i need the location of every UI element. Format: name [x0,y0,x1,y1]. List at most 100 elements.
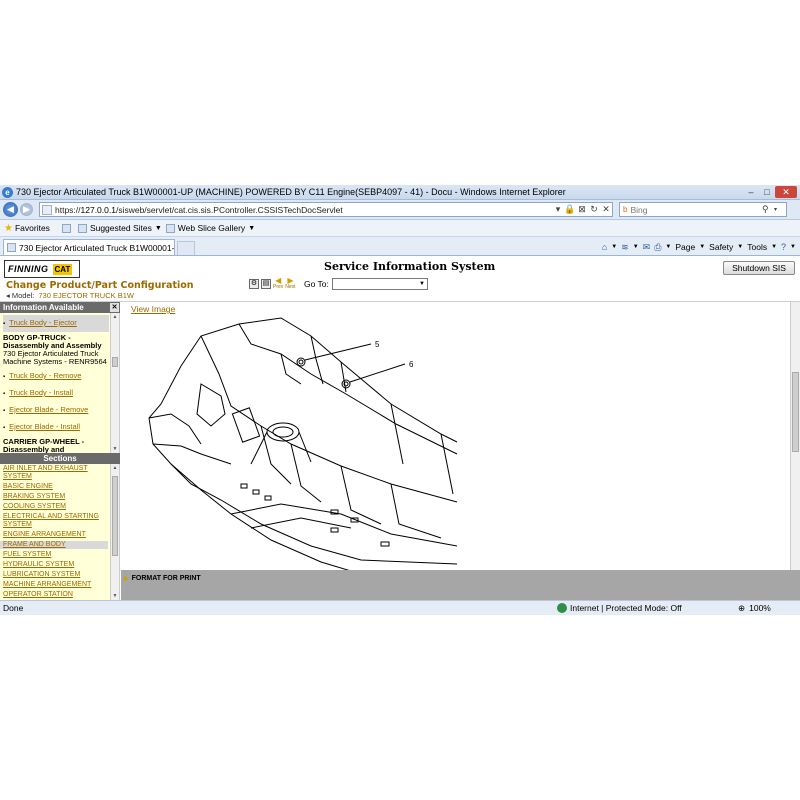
close-icon[interactable]: ✕ [110,303,119,312]
web-slice-gallery-link[interactable]: Web Slice Gallery [178,223,245,233]
feeds-icon[interactable]: ≋ [621,242,629,253]
mail-icon[interactable]: ✉ [643,242,651,253]
chevron-down-icon[interactable]: ▼ [665,244,671,250]
chevron-down-icon[interactable]: ▼ [790,244,796,250]
document-content: View Image 5 6 [121,302,790,570]
info-scrollbar[interactable]: ▲ ▼ [110,313,119,453]
logo-text: FINNING [8,264,49,274]
home-icon[interactable]: ⌂ [602,242,607,252]
model-label: Model: [11,291,35,300]
status-bar: Done Internet | Protected Mode: Off ⊕ 10… [0,600,800,615]
settings-icon[interactable]: ⚙ [249,279,259,289]
sections-scrollbar[interactable]: ▲ ▼ [110,464,119,600]
maximize-button[interactable]: □ [759,186,775,198]
info-panel: Truck Body - EjectorBODY GP-TRUCK - Disa… [0,313,120,453]
chevron-down-icon[interactable]: ▼ [248,225,255,232]
tab-page-icon [7,243,16,252]
zoom-icon[interactable]: ⊕ [738,603,745,614]
callout-6: 6 [409,360,414,369]
search-icon[interactable]: ⚲ [762,204,774,215]
info-link[interactable]: Ejector Blade - Install [3,419,109,436]
prev-button[interactable]: ◀ Prev [273,277,283,291]
page-icon [42,204,52,215]
help-icon[interactable]: ? [781,242,786,252]
scroll-up-icon[interactable]: ▲ [111,313,119,321]
section-link[interactable]: HYDRAULIC SYSTEM [0,561,108,569]
info-link[interactable]: Ejector Blade - Remove [3,402,109,419]
shutdown-sis-button[interactable]: Shutdown SIS [723,261,795,275]
ie-logo-icon: e [2,186,13,198]
sections-panel: AIR INLET AND EXHAUST SYSTEM BASIC ENGINE… [0,464,120,600]
section-link[interactable]: LUBRICATION SYSTEM [0,571,108,579]
safety-menu[interactable]: Safety [709,242,733,252]
security-zone[interactable]: Internet | Protected Mode: Off [570,603,738,613]
search-box[interactable]: b Bing ⚲ ▾ [619,202,787,217]
view-image-link[interactable]: View Image [131,304,175,314]
tools-menu[interactable]: Tools [747,242,767,252]
certificate-icon[interactable]: ⊠ [576,204,588,215]
info-link[interactable]: Truck Body - Ejector [3,315,109,332]
new-tab-button[interactable] [177,241,195,255]
search-dropdown-icon[interactable]: ▾ [774,206,786,213]
next-button[interactable]: ▶ Next [285,277,295,291]
scroll-thumb[interactable] [112,357,118,367]
truck-frame-illustration: 5 6 [148,317,458,570]
favorites-button[interactable]: Favorites [15,223,50,233]
close-window-button[interactable]: ✕ [775,186,797,198]
url-field[interactable]: https://127.0.0.1/sisweb/servlet/cat.cis… [39,202,613,217]
scroll-up-icon[interactable]: ▲ [111,464,119,472]
section-link[interactable]: COOLING SYSTEM [0,503,108,511]
info-panel-title: Information Available [3,303,84,312]
chevron-down-icon[interactable]: ▼ [633,244,639,250]
stop-icon[interactable]: ✕ [600,204,612,215]
scroll-down-icon[interactable]: ▼ [111,592,119,600]
info-link[interactable]: Truck Body - Install [3,385,109,402]
section-link[interactable]: BASIC ENGINE [0,483,108,491]
section-link[interactable]: AIR INLET AND EXHAUST SYSTEM [0,465,108,481]
scroll-thumb[interactable] [112,476,118,556]
section-link[interactable]: MACHINE ARRANGEMENT [0,581,108,589]
section-link[interactable]: ENGINE ARRANGEMENT [0,531,108,539]
url-text[interactable]: https://127.0.0.1/sisweb/servlet/cat.cis… [55,205,552,215]
back-button[interactable]: ◀ [3,202,18,217]
chevron-down-icon[interactable]: ▼ [155,225,162,232]
content-scrollbar[interactable] [790,302,800,570]
info-link[interactable]: Truck Body - Remove [3,368,109,385]
zoom-level[interactable]: 100% [749,603,771,613]
chevron-down-icon[interactable]: ▼ [771,244,777,250]
refresh-icon[interactable]: ↻ [588,204,600,215]
back-arrow-icon[interactable]: ◂ [6,291,10,300]
chevron-down-icon[interactable]: ▼ [737,244,743,250]
suggested-sites-link[interactable]: Suggested Sites [90,223,152,233]
section-link[interactable]: BRAKING SYSTEM [0,493,108,501]
sections-header: Sections [0,453,120,464]
change-configuration-link[interactable]: Change Product/Part Configuration [6,280,194,291]
finning-cat-logo: FINNING CAT [4,260,80,278]
internet-zone-icon [557,603,567,613]
scroll-thumb[interactable] [792,372,799,452]
title-bar: e 730 Ejector Articulated Truck B1W00001… [0,185,800,200]
chevron-down-icon[interactable]: ▼ [611,244,617,250]
tab-active[interactable]: 730 Ejector Articulated Truck B1W00001-U… [3,239,175,255]
document-icon[interactable]: ▤ [261,279,271,289]
forward-button[interactable]: ▶ [20,203,33,216]
print-icon[interactable]: ⎙ [654,242,661,253]
address-bar: ◀ ▶ https://127.0.0.1/sisweb/servlet/cat… [0,200,800,220]
window-title: 730 Ejector Articulated Truck B1W00001-U… [16,187,566,197]
section-link[interactable]: FUEL SYSTEM [0,551,108,559]
chevron-down-icon[interactable]: ▼ [419,279,425,290]
favorites-star-icon[interactable]: ★ [4,223,13,234]
section-link[interactable]: ELECTRICAL AND STARTING SYSTEM [0,513,108,529]
section-link[interactable]: FRAME AND BODY [0,541,108,549]
page-menu[interactable]: Page [675,242,695,252]
add-favorite-icon[interactable] [61,223,71,233]
left-panel: Information Available ✕ Truck Body - Eje… [0,302,120,600]
goto-select[interactable]: ▼ [331,278,428,290]
dropdown-arrow-icon[interactable]: ▾ [552,204,564,215]
minimize-button[interactable]: – [743,186,759,198]
lock-icon[interactable]: 🔒 [564,204,576,215]
format-for-print-link[interactable]: FORMAT FOR PRINT [124,575,201,582]
chevron-down-icon[interactable]: ▼ [699,244,705,250]
section-link[interactable]: OPERATOR STATION [0,591,108,599]
scroll-down-icon[interactable]: ▼ [111,445,119,453]
